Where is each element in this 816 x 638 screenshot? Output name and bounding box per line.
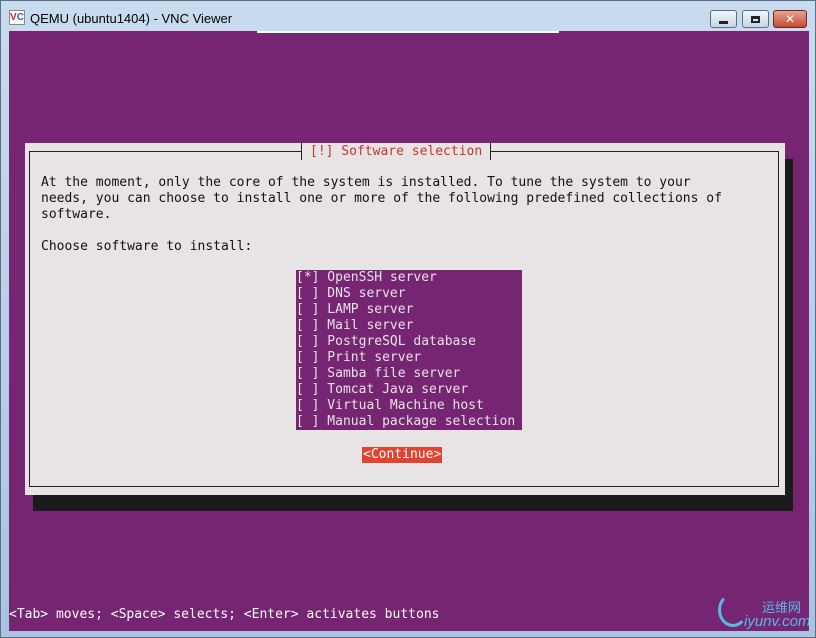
status-bar-hint: <Tab> moves; <Space> selects; <Enter> ac… — [9, 607, 440, 622]
checklist-item-mail[interactable]: [ ] Mail server — [296, 318, 522, 334]
close-button[interactable]: ✕ — [773, 10, 807, 28]
window-title: QEMU (ubuntu1404) - VNC Viewer — [30, 11, 233, 26]
continue-button[interactable]: <Continue> — [362, 447, 443, 463]
choose-prompt: Choose software to install: — [41, 239, 253, 254]
dialog-title: [!] Software selection — [301, 143, 492, 160]
software-checklist[interactable]: [*] OpenSSH server [ ] DNS server [ ] LA… — [296, 270, 522, 430]
checklist-item-tomcat[interactable]: [ ] Tomcat Java server — [296, 382, 522, 398]
checklist-item-dns[interactable]: [ ] DNS server — [296, 286, 522, 302]
checklist-item-virtual-machine[interactable]: [ ] Virtual Machine host — [296, 398, 522, 414]
intro-line: At the moment, only the core of the syst… — [41, 175, 691, 190]
intro-line: software. — [41, 207, 112, 222]
watermark-en-text: iyunv.com — [744, 613, 809, 630]
checklist-item-lamp[interactable]: [ ] LAMP server — [296, 302, 522, 318]
checklist-item-print[interactable]: [ ] Print server — [296, 350, 522, 366]
watermark-logo: 运维网 iyunv.com — [714, 591, 809, 631]
minimize-icon — [719, 20, 728, 24]
checklist-item-openssh[interactable]: [*] OpenSSH server — [296, 270, 522, 286]
intro-line: needs, you can choose to install one or … — [41, 191, 722, 206]
vnc-viewer-window: VC QEMU (ubuntu1404) - VNC Viewer ✕ [!] … — [0, 0, 816, 638]
close-icon: ✕ — [784, 12, 796, 26]
checklist-item-samba[interactable]: [ ] Samba file server — [296, 366, 522, 382]
maximize-button[interactable] — [742, 10, 769, 28]
checklist-item-postgresql[interactable]: [ ] PostgreSQL database — [296, 334, 522, 350]
screen-top-bar — [257, 31, 559, 33]
minimize-button[interactable] — [710, 10, 737, 28]
title-bar[interactable]: VC QEMU (ubuntu1404) - VNC Viewer ✕ — [1, 1, 815, 31]
vnc-screen[interactable]: [!] Software selection At the moment, on… — [9, 31, 809, 631]
checklist-item-manual[interactable]: [ ] Manual package selection — [296, 414, 522, 430]
maximize-icon — [751, 15, 760, 23]
intro-text: At the moment, only the core of the syst… — [41, 175, 722, 223]
vnc-app-icon[interactable]: VC — [9, 10, 25, 25]
software-selection-dialog: [!] Software selection At the moment, on… — [25, 143, 785, 495]
